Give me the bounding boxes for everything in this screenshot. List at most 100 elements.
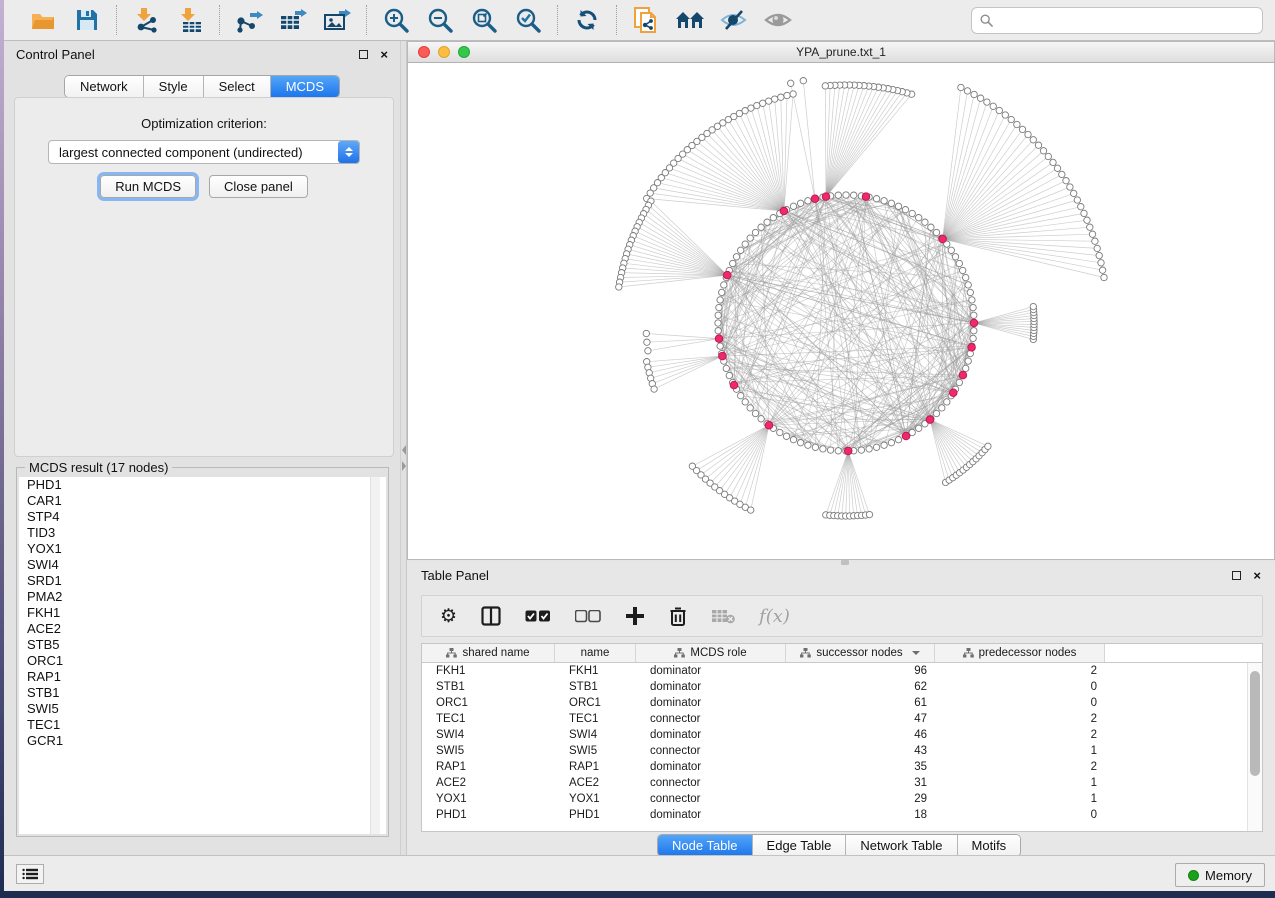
network-node[interactable] [715, 328, 721, 334]
network-node[interactable] [909, 210, 915, 216]
network-leaf-node[interactable] [1035, 142, 1041, 148]
network-leaf-node[interactable] [1078, 204, 1084, 210]
network-leaf-node[interactable] [1040, 148, 1046, 154]
network-leaf-node[interactable] [996, 107, 1002, 113]
memory-button[interactable]: Memory [1175, 863, 1265, 887]
mcds-result-item[interactable]: STP4 [19, 509, 386, 525]
task-history-button[interactable] [16, 864, 44, 884]
network-node[interactable] [969, 297, 975, 303]
network-hub-node[interactable] [968, 344, 976, 352]
float-panel-icon[interactable] [359, 50, 368, 59]
mcds-result-list[interactable]: PHD1CAR1STP4TID3YOX1SWI4SRD1PMA2FKH1ACE2… [19, 477, 386, 834]
zoom-out-button[interactable] [425, 5, 455, 35]
network-node[interactable] [717, 297, 723, 303]
optimization-criterion-select[interactable]: largest connected component (undirected) [48, 140, 360, 164]
network-leaf-node[interactable] [1067, 184, 1073, 190]
network-node[interactable] [873, 444, 879, 450]
network-node[interactable] [805, 442, 811, 448]
network-leaf-node[interactable] [971, 91, 977, 97]
network-node[interactable] [970, 304, 976, 310]
network-node[interactable] [764, 219, 770, 225]
network-hub-node[interactable] [844, 447, 852, 455]
network-node[interactable] [783, 433, 789, 439]
network-node[interactable] [797, 200, 803, 206]
network-hub-node[interactable] [724, 271, 732, 279]
network-node[interactable] [851, 192, 857, 198]
network-node[interactable] [939, 405, 945, 411]
deselect-all-rows-icon[interactable] [575, 603, 601, 629]
table-scrollbar-thumb[interactable] [1250, 671, 1260, 776]
network-node[interactable] [777, 429, 783, 435]
table-settings-icon[interactable]: ⚙ [440, 603, 457, 629]
network-node[interactable] [933, 410, 939, 416]
network-node[interactable] [752, 229, 758, 235]
network-hub-node[interactable] [862, 193, 870, 201]
network-leaf-node[interactable] [1098, 260, 1104, 266]
network-leaf-node[interactable] [772, 96, 778, 102]
network-node[interactable] [956, 379, 962, 385]
network-leaf-node[interactable] [1025, 131, 1031, 137]
network-leaf-node[interactable] [1054, 165, 1060, 171]
network-hub-node[interactable] [902, 432, 910, 440]
network-node[interactable] [967, 289, 973, 295]
network-node[interactable] [723, 365, 729, 371]
network-canvas[interactable] [408, 64, 1274, 559]
table-row[interactable]: STB1STB1dominator620 [422, 679, 1246, 695]
mcds-result-item[interactable]: PHD1 [19, 477, 386, 493]
function-builder-icon[interactable]: f(x) [759, 603, 790, 629]
network-node[interactable] [812, 444, 818, 450]
network-hub-node[interactable] [939, 235, 947, 243]
network-node[interactable] [805, 198, 811, 204]
network-leaf-node[interactable] [1045, 153, 1051, 159]
network-leaf-node[interactable] [1008, 116, 1014, 122]
network-node[interactable] [758, 224, 764, 230]
network-leaf-node[interactable] [1092, 238, 1098, 244]
mcds-result-item[interactable]: ACE2 [19, 621, 386, 637]
table-row[interactable]: FKH1FKH1dominator962 [422, 663, 1246, 679]
network-leaf-node[interactable] [651, 386, 657, 392]
export-network-button[interactable] [234, 5, 264, 35]
network-node[interactable] [963, 365, 969, 371]
import-network-button[interactable] [131, 5, 161, 35]
tab-motifs[interactable]: Motifs [958, 835, 1021, 856]
network-node[interactable] [895, 203, 901, 209]
network-leaf-node[interactable] [964, 88, 970, 94]
network-leaf-node[interactable] [1081, 210, 1087, 216]
network-leaf-node[interactable] [643, 330, 649, 336]
new-network-from-selection-button[interactable] [631, 5, 661, 35]
network-leaf-node[interactable] [990, 103, 996, 109]
network-node[interactable] [916, 425, 922, 431]
network-node[interactable] [866, 446, 872, 452]
network-leaf-node[interactable] [1096, 252, 1102, 258]
table-panel-resize-grip[interactable] [841, 560, 849, 565]
open-session-button[interactable] [28, 5, 58, 35]
tab-network[interactable]: Network [65, 76, 144, 97]
tab-network-table[interactable]: Network Table [846, 835, 957, 856]
network-leaf-node[interactable] [1074, 197, 1080, 203]
network-node[interactable] [965, 358, 971, 364]
column-header-predecessor-nodes[interactable]: predecessor nodes [935, 644, 1105, 662]
table-row[interactable]: YOX1YOX1connector291 [422, 791, 1246, 807]
network-node[interactable] [965, 282, 971, 288]
network-leaf-node[interactable] [985, 443, 991, 449]
split-panel-icon[interactable] [481, 603, 501, 629]
tab-node-table[interactable]: Node Table [658, 835, 753, 856]
network-node[interactable] [956, 260, 962, 266]
network-node[interactable] [835, 448, 841, 454]
network-window-titlebar[interactable]: YPA_prune.txt_1 [408, 42, 1274, 63]
network-node[interactable] [721, 282, 727, 288]
tab-edge-table[interactable]: Edge Table [753, 835, 847, 856]
network-leaf-node[interactable] [1050, 159, 1056, 165]
network-hub-node[interactable] [926, 416, 934, 424]
network-leaf-node[interactable] [1019, 126, 1025, 132]
tab-mcds[interactable]: MCDS [271, 76, 339, 97]
splitter-collapse-left-icon[interactable] [402, 445, 406, 455]
network-leaf-node[interactable] [1030, 137, 1036, 143]
network-node[interactable] [948, 247, 954, 253]
network-node[interactable] [719, 289, 725, 295]
mcds-result-item[interactable]: ORC1 [19, 653, 386, 669]
network-hub-node[interactable] [715, 335, 723, 343]
network-leaf-node[interactable] [1089, 231, 1095, 237]
column-header-successor-nodes[interactable]: successor nodes [786, 644, 935, 662]
network-node[interactable] [952, 254, 958, 260]
